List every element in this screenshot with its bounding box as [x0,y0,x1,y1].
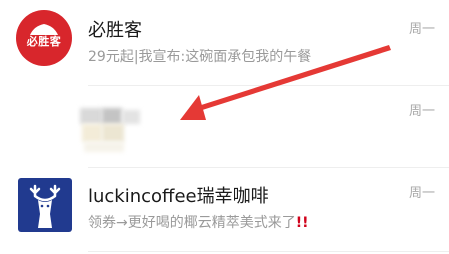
chat-time: 周一 [408,22,435,37]
chat-name: luckincoffee瑞幸咖啡 [88,186,269,207]
chat-item-hidden[interactable]: 周一 [0,88,449,168]
avatar [18,178,72,232]
blurred-avatar [80,98,140,152]
chat-time: 周一 [408,186,435,201]
chat-name: 必胜客 [88,20,142,41]
chat-item-luckincoffee[interactable]: luckincoffee瑞幸咖啡 领券→更好喝的椰云精萃美式来了!! 周一 [0,170,449,250]
chat-item-pizzahut[interactable]: 必胜客 必胜客 29元起|我宣布:这碗面承包我的午餐 周一 [0,0,449,80]
deer-logo-icon [29,184,61,228]
chat-preview-text: 领券→更好喝的椰云精萃美式来了 [88,215,296,231]
divider [88,251,449,252]
divider [88,167,449,168]
chat-preview: 领券→更好喝的椰云精萃美式来了!! [88,212,309,232]
avatar: 必胜客 [16,10,72,66]
chat-list: 必胜客 必胜客 29元起|我宣布:这碗面承包我的午餐 周一 周一 luckinc… [0,0,449,254]
divider [88,85,449,86]
pizzahut-logo-icon [30,24,58,35]
chat-time: 周一 [408,104,435,119]
chat-preview: 29元起|我宣布:这碗面承包我的午餐 [88,49,312,65]
double-exclamation-icon: !! [295,215,309,231]
